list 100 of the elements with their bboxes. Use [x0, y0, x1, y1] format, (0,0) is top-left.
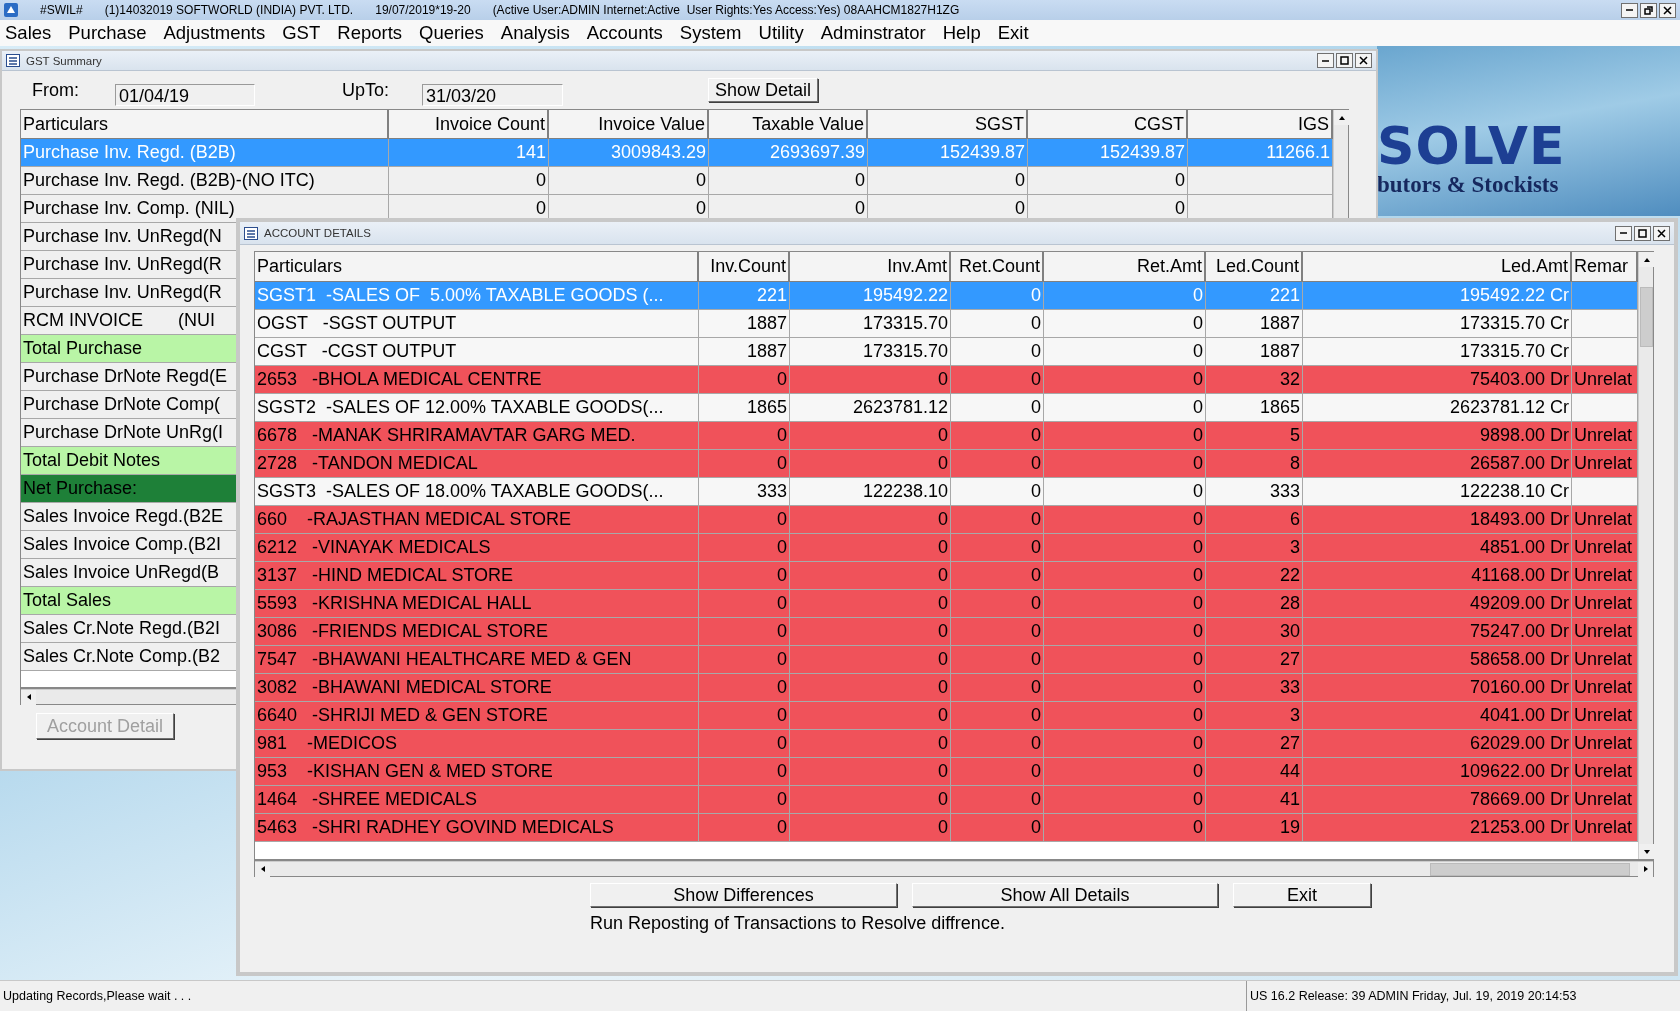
show-detail-button[interactable]: Show Detail — [708, 78, 818, 102]
menu-item[interactable]: GST — [282, 22, 321, 44]
column-header: Particulars — [21, 110, 389, 139]
upto-date-field[interactable]: 31/03/20 — [422, 84, 563, 106]
table-row[interactable]: SGST3 -SALES OF 18.00% TAXABLE GOODS(... 333 122238.10 0 0 333 122238.10 Cr — [255, 478, 1638, 506]
minimize-icon — [1321, 59, 1330, 62]
status-text: Updating Records,Please wait . . . — [2, 989, 193, 1003]
minimize-button[interactable] — [1317, 53, 1334, 68]
scroll-right-icon — [1641, 865, 1650, 873]
column-header: Led.Amt — [1303, 252, 1572, 282]
action-button[interactable]: Show All Details — [912, 883, 1218, 907]
column-header: Ret.Amt — [1044, 252, 1206, 282]
logo-text: SOLVE — [1377, 120, 1566, 172]
scroll-down-icon — [1642, 847, 1651, 856]
column-header: Inv.Amt — [790, 252, 951, 282]
table-row[interactable]: 953 -KISHAN GEN & MED STORE 0 0 0 0 44 109622.00 Dr Unrelat — [255, 758, 1638, 786]
column-header: Taxable Value — [709, 110, 868, 139]
table-cell: 0 — [790, 814, 951, 842]
column-header: Invoice Count — [389, 110, 549, 139]
maximize-button[interactable] — [1634, 225, 1651, 241]
restore-icon — [1644, 5, 1653, 15]
table-row[interactable]: 2653 -BHOLA MEDICAL CENTRE 0 0 0 0 32 75403.00 Dr Unrelat — [255, 366, 1638, 394]
menu-item[interactable]: Sales — [5, 22, 52, 44]
menu-item[interactable]: Utility — [758, 22, 804, 44]
window-title: GST Summary — [26, 54, 102, 67]
table-row[interactable]: 1464 -SHREE MEDICALS 0 0 0 0 41 78669.00 Dr Unrelat — [255, 786, 1638, 814]
column-header: Inv.Count — [699, 252, 790, 282]
title-text: 19/07/2019*19-20 — [375, 3, 471, 17]
menu-item[interactable]: Exit — [997, 22, 1029, 44]
column-header: Ret.Count — [951, 252, 1044, 282]
vertical-scrollbar[interactable] — [1638, 252, 1653, 859]
minimize-button[interactable] — [1615, 225, 1632, 241]
column-header: IGS — [1188, 110, 1333, 139]
menu-item[interactable]: System — [679, 22, 742, 44]
menu-item[interactable]: Accounts — [586, 22, 663, 44]
horizontal-scrollbar[interactable] — [255, 861, 1653, 876]
table-row[interactable]: 5463 -SHRI RADHEY GOVIND MEDICALS 0 0 0 0 19 21253.00 Dr Unrelat — [255, 814, 1638, 842]
title-text: (1)14032019 SOFTWORLD (INDIA) PVT. LTD. — [104, 3, 354, 17]
minimize-icon — [1625, 9, 1634, 11]
window-icon — [244, 226, 258, 240]
table-cell: 0 — [951, 814, 1044, 842]
maximize-icon — [1340, 56, 1349, 65]
column-header: Led.Count — [1206, 252, 1303, 282]
close-button[interactable] — [1355, 53, 1372, 68]
table-row[interactable]: CGST -CGST OUTPUT 1887 173315.70 0 0 1887 173315.70 Cr — [255, 338, 1638, 366]
menu-item[interactable]: Help — [942, 22, 981, 44]
table-row[interactable]: 2728 -TANDON MEDICAL 0 0 0 0 8 26587.00 Dr Unrelat — [255, 450, 1638, 478]
menu-item[interactable]: Analysis — [500, 22, 570, 44]
close-icon — [1657, 228, 1666, 238]
logo-tagline: butors & Stockists — [1377, 172, 1559, 198]
close-button[interactable] — [1659, 2, 1676, 18]
scroll-thumb[interactable] — [1640, 287, 1653, 347]
close-icon — [1663, 5, 1672, 15]
restore-button[interactable] — [1640, 2, 1657, 18]
minimize-button[interactable] — [1621, 2, 1638, 18]
menu-item[interactable]: Adjustments — [163, 22, 266, 44]
table-row[interactable]: SGST2 -SALES OF 12.00% TAXABLE GOODS(... 1865 2623781.12 0 0 1865 2623781.12 Cr — [255, 394, 1638, 422]
from-date-field[interactable]: 01/04/19 — [115, 84, 255, 106]
menu-item[interactable]: Reports — [337, 22, 403, 44]
window-title: ACCOUNT DETAILS — [264, 227, 371, 239]
table-row[interactable]: 660 -RAJASTHAN MEDICAL STORE 0 0 0 0 6 18493.00 Dr Unrelat — [255, 506, 1638, 534]
maximize-icon — [1638, 228, 1647, 238]
action-button[interactable]: Exit — [1233, 883, 1371, 907]
action-button[interactable]: Show Differences — [590, 883, 897, 907]
table-row[interactable]: 6640 -SHRIJI MED & GEN STORE 0 0 0 0 3 4041.00 Dr Unrelat — [255, 702, 1638, 730]
status-info: US 16.2 Release: 39 ADMIN Friday, Jul. 19, 2019 20:14:53 — [1246, 981, 1680, 1011]
table-cell: 5463 -SHRI RADHEY GOVIND MEDICALS — [255, 814, 699, 842]
maximize-button[interactable] — [1336, 53, 1353, 68]
window-icon — [6, 54, 20, 67]
upto-label: UpTo: — [342, 79, 391, 101]
minimize-icon — [1619, 232, 1628, 234]
table-row[interactable]: 5593 -KRISHNA MEDICAL HALL 0 0 0 0 28 49209.00 Dr Unrelat — [255, 590, 1638, 618]
table-row[interactable]: 981 -MEDICOS 0 0 0 0 27 62029.00 Dr Unrelat — [255, 730, 1638, 758]
info-message: Run Reposting of Transactions to Resolve diffrence. — [589, 913, 1006, 934]
table-cell: 19 — [1206, 814, 1303, 842]
table-row[interactable]: 6678 -MANAK SHRIRAMAVTAR GARG MED. 0 0 0 0 5 9898.00 Dr Unrelat — [255, 422, 1638, 450]
title-text: (Active User:ADMIN Internet:Active User Rights:Yes Access:Yes) 08AAHCM1827H1ZG — [492, 3, 960, 17]
table-row[interactable]: 3086 -FRIENDS MEDICAL STORE 0 0 0 0 30 75247.00 Dr Unrelat — [255, 618, 1638, 646]
table-row[interactable]: Purchase Inv. Regd. (B2B)-(NO ITC) 0 0 0 0 0 — [21, 167, 1333, 195]
table-cell: 0 — [699, 814, 790, 842]
table-row[interactable]: OGST -SGST OUTPUT 1887 173315.70 0 0 1887 173315.70 Cr — [255, 310, 1638, 338]
column-header: Invoice Value — [549, 110, 709, 139]
menu-item[interactable]: Queries — [419, 22, 484, 44]
app-icon — [4, 3, 18, 17]
table-row[interactable]: 3082 -BHAWANI MEDICAL STORE 0 0 0 0 33 70160.00 Dr Unrelat — [255, 674, 1638, 702]
column-header: Remar — [1572, 252, 1638, 282]
column-header: Particulars — [255, 252, 699, 282]
table-row[interactable]: 6212 -VINAYAK MEDICALS 0 0 0 0 3 4851.00 Dr Unrelat — [255, 534, 1638, 562]
table-row[interactable]: 3137 -HIND MEDICAL STORE 0 0 0 0 22 41168.00 Dr Unrelat — [255, 562, 1638, 590]
column-header: SGST — [868, 110, 1028, 139]
scroll-thumb[interactable] — [1430, 862, 1630, 876]
close-icon — [1359, 56, 1368, 65]
menu-item[interactable]: Adminstrator — [820, 22, 926, 44]
menu-item[interactable]: Purchase — [68, 22, 147, 44]
table-row[interactable]: 7547 -BHAWANI HEALTHCARE MED & GEN 0 0 0 0 27 58658.00 Dr Unrelat — [255, 646, 1638, 674]
from-label: From: — [32, 79, 80, 101]
title-text: #SWIL# — [40, 3, 83, 17]
table-cell: 21253.00 Dr — [1303, 814, 1572, 842]
close-button[interactable] — [1653, 225, 1670, 241]
table-cell: 0 — [1044, 814, 1206, 842]
